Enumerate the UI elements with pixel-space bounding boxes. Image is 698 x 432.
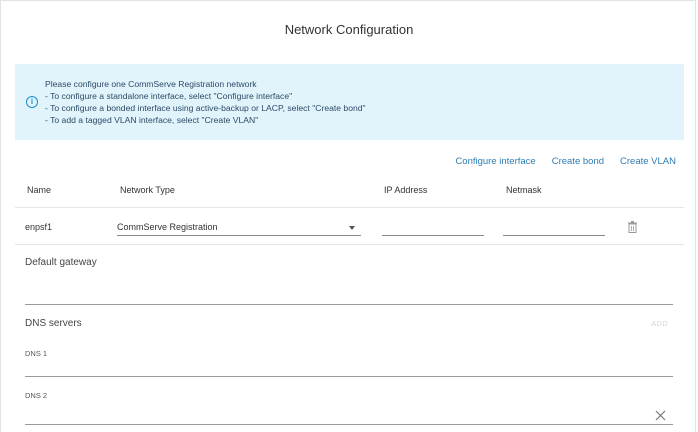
dns1-input[interactable] [25,376,673,377]
column-header-network-type: Network Type [120,185,175,195]
column-header-netmask: Netmask [506,185,542,195]
info-line: - To configure a standalone interface, s… [45,91,293,101]
default-gateway-label: Default gateway [25,257,97,268]
create-bond-link[interactable]: Create bond [552,156,604,167]
caret-down-icon [349,226,355,230]
dns2-label: DNS 2 [25,391,48,400]
info-line: - To configure a bonded interface using … [45,103,366,113]
create-vlan-link[interactable]: Create VLAN [620,156,676,167]
interface-actions: Configure interface Create bond Create V… [455,156,676,167]
dns-servers-label: DNS servers [25,318,82,329]
dns1-label: DNS 1 [25,349,48,358]
netmask-input[interactable] [503,235,605,236]
column-header-name: Name [27,185,52,195]
network-type-value: CommServe Registration [117,222,218,232]
info-banner: i Please configure one CommServe Registr… [15,64,684,140]
info-line: Please configure one CommServe Registrat… [45,79,257,89]
info-text: Please configure one CommServe Registrat… [45,78,366,126]
configure-interface-link[interactable]: Configure interface [455,156,535,167]
info-circle-icon: i [26,96,38,108]
table-header-divider [15,207,684,208]
column-header-ip-address: IP Address [384,185,428,195]
trash-icon[interactable] [627,220,638,238]
table-row-divider [15,244,684,245]
close-icon[interactable] [655,408,666,426]
dns2-input[interactable] [25,424,673,425]
add-dns-button[interactable]: ADD [651,319,668,328]
default-gateway-input[interactable] [25,304,673,305]
ip-address-input[interactable] [382,235,484,236]
dialog-title: Network Configuration [284,22,414,37]
network-type-select[interactable]: CommServe Registration [117,220,361,236]
info-line: - To add a tagged VLAN interface, select… [45,115,259,125]
interface-name: enpsf1 [25,222,53,232]
